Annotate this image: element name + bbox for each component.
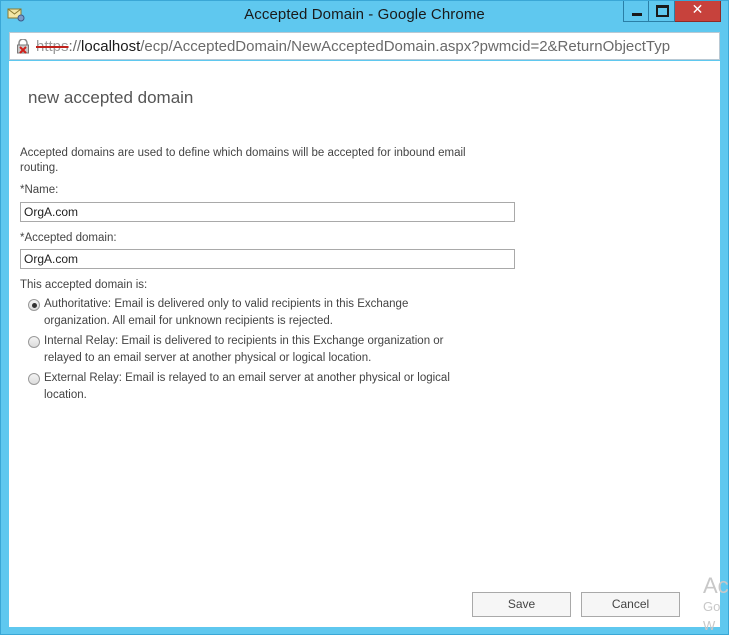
address-bar[interactable]: https://localhost/ecp/AcceptedDomain/New…	[9, 32, 720, 60]
title-bar[interactable]: Accepted Domain - Google Chrome ✕	[1, 1, 728, 32]
window-controls: ✕	[623, 1, 721, 22]
name-label: *Name:	[20, 184, 59, 196]
form-description: Accepted domains are used to define whic…	[20, 147, 466, 174]
cancel-button[interactable]: Cancel	[581, 592, 680, 617]
activation-watermark-line3: W	[703, 618, 716, 633]
url-scheme: https	[36, 38, 69, 55]
name-input[interactable]	[20, 202, 515, 222]
url-separator: ://	[68, 38, 82, 55]
minimize-icon	[632, 13, 642, 16]
browser-window: Accepted Domain - Google Chrome ✕ https:…	[0, 0, 729, 635]
radio-internal-relay-row[interactable]: Internal Relay: Email is delivered to re…	[28, 335, 468, 367]
radio-external-relay-row[interactable]: External Relay: Email is relayed to an e…	[28, 372, 468, 404]
insecure-lock-icon	[17, 39, 29, 54]
close-icon: ✕	[691, 2, 704, 18]
radio-external-relay[interactable]	[28, 373, 40, 385]
accepted-domain-label: *Accepted domain:	[20, 232, 117, 244]
radio-authoritative-label: Authoritative: Email is delivered only t…	[44, 298, 409, 327]
page-content: new accepted domain Accepted domains are…	[9, 61, 729, 633]
accepted-domain-input[interactable]	[20, 249, 515, 269]
minimize-button[interactable]	[623, 1, 649, 22]
page-title: new accepted domain	[28, 88, 194, 107]
activation-watermark-line2: Go	[703, 599, 721, 614]
radio-external-relay-label: External Relay: Email is relayed to an e…	[44, 372, 450, 401]
domain-type-label: This accepted domain is:	[20, 279, 148, 291]
save-button[interactable]: Save	[472, 592, 571, 617]
close-button[interactable]: ✕	[675, 1, 721, 22]
maximize-button[interactable]	[649, 1, 675, 22]
url-text: https://localhost/ecp/AcceptedDomain/New…	[36, 38, 670, 55]
window-title: Accepted Domain - Google Chrome	[244, 6, 485, 23]
radio-internal-relay[interactable]	[28, 336, 40, 348]
radio-authoritative[interactable]	[28, 299, 40, 311]
url-host: localhost	[81, 38, 141, 55]
radio-internal-relay-label: Internal Relay: Email is delivered to re…	[44, 335, 444, 364]
activation-watermark-line1: Ac	[703, 573, 729, 598]
maximize-icon	[656, 5, 669, 17]
radio-authoritative-row[interactable]: Authoritative: Email is delivered only t…	[28, 298, 468, 330]
url-path: /ecp/AcceptedDomain/NewAcceptedDomain.as…	[140, 38, 671, 55]
